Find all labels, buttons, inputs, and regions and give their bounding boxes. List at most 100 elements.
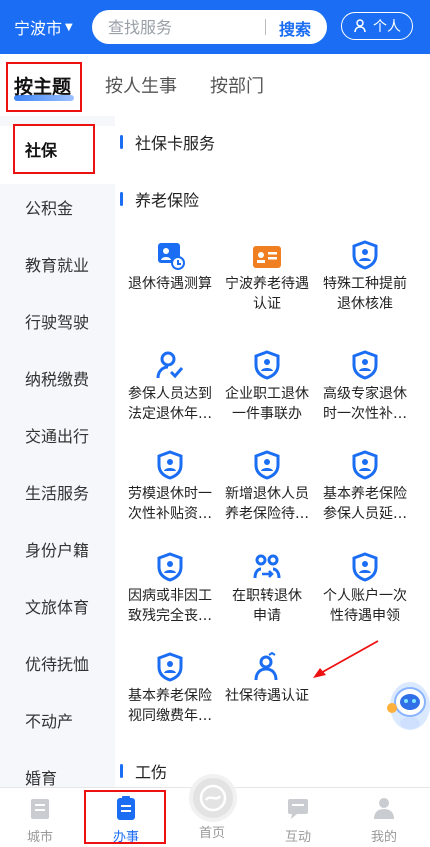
service-item[interactable]: 在职转退休 申请	[217, 548, 317, 626]
shield-person-icon	[352, 552, 378, 582]
nav-item-education-employment[interactable]: 教育就业	[25, 252, 89, 276]
service-label: 性待遇申领	[330, 608, 400, 624]
service-item[interactable]: 宁波养老待遇 认证	[217, 236, 317, 314]
service-item[interactable]: 基本养老保险 参保人员延…	[315, 446, 415, 524]
service-label: 个人账户一次	[323, 588, 407, 604]
service-label: 新增退休人员	[225, 486, 309, 502]
nav-item-culture-sports[interactable]: 文旅体育	[25, 594, 89, 618]
bottom-tab-bar: 城市 办事 首页 互动 我的	[0, 774, 430, 847]
id-card-icon	[253, 246, 281, 268]
service-item[interactable]: 因病或非因工 致残完全丧…	[120, 548, 220, 626]
nav-item-real-estate[interactable]: 不动产	[25, 708, 73, 732]
service-label: 申请	[253, 608, 281, 624]
shield-person-icon	[157, 552, 183, 582]
robot-assistant-icon[interactable]	[380, 678, 430, 732]
section-header: 养老保险	[115, 187, 199, 211]
home-button[interactable]	[189, 774, 237, 822]
service-item[interactable]: 特殊工种提前 退休核准	[315, 236, 415, 314]
service-label: 法定退休年…	[128, 406, 212, 422]
service-item[interactable]: 参保人员达到 法定退休年…	[120, 346, 220, 424]
service-item[interactable]: 企业职工退休 一件事联办	[217, 346, 317, 424]
tab-home[interactable]: 首页	[182, 822, 242, 841]
nav-item-identity-household[interactable]: 身份户籍	[25, 537, 89, 561]
section-header: 工伤	[115, 759, 167, 783]
section-title: 社保卡服务	[135, 134, 216, 153]
service-label: 参保人员达到	[128, 386, 212, 402]
search-bar[interactable]: 搜索	[92, 10, 327, 44]
service-label: 次性补贴资…	[128, 506, 212, 522]
tab-by-department[interactable]: 按部门	[210, 72, 264, 98]
service-label: 养老保险待…	[225, 506, 309, 522]
people-transfer-icon	[253, 554, 281, 579]
nav-item-housing-fund[interactable]: 公积金	[25, 195, 73, 219]
section-bar	[120, 192, 123, 206]
service-label: 高级专家退休	[323, 386, 407, 402]
service-label: 退休核准	[337, 296, 393, 312]
search-button[interactable]: 搜索	[279, 16, 311, 40]
service-label: 社保待遇认证	[225, 688, 309, 704]
city-selector[interactable]: 宁波市 ▼	[14, 15, 92, 39]
person-verify-icon	[254, 652, 278, 681]
shield-person-icon	[352, 350, 378, 380]
service-label: 在职转退休	[232, 588, 302, 604]
user-icon	[374, 798, 394, 819]
tab-by-life-event[interactable]: 按人生事	[105, 72, 177, 98]
nav-item-marriage-birth[interactable]: 婚育	[25, 765, 57, 789]
highlight-box	[84, 790, 166, 844]
nav-item-transport[interactable]: 交通出行	[25, 423, 89, 447]
personal-switch-button[interactable]: 个人	[341, 12, 413, 40]
service-item[interactable]: 社保待遇认证	[217, 648, 317, 706]
service-item[interactable]: 基本养老保险 视同缴费年…	[120, 648, 220, 726]
service-label: 视同缴费年…	[128, 708, 212, 724]
shield-person-icon	[254, 350, 280, 380]
search-input[interactable]	[108, 17, 258, 37]
service-label: 宁波养老待遇	[225, 276, 309, 292]
section-title: 养老保险	[135, 191, 200, 210]
tab-interaction[interactable]: 互动	[268, 794, 328, 845]
nav-item-driving[interactable]: 行驶驾驶	[25, 309, 89, 333]
service-label: 时一次性补…	[323, 406, 407, 422]
service-label: 认证	[253, 296, 281, 312]
section-bar	[120, 135, 123, 149]
left-category-nav: 社保 公积金 教育就业 行驶驾驶 纳税缴费 交通出行 生活服务 身份户籍 文旅体…	[0, 116, 115, 789]
service-item[interactable]: 高级专家退休 时一次性补…	[315, 346, 415, 424]
highlight-box	[13, 124, 95, 174]
calculator-icon	[158, 243, 185, 270]
nav-item-life-services[interactable]: 生活服务	[25, 480, 89, 504]
nav-item-preferential-care[interactable]: 优待抚恤	[25, 651, 89, 675]
tab-label: 城市	[26, 830, 53, 845]
tab-mine[interactable]: 我的	[354, 794, 414, 845]
city-label: 宁波市	[14, 19, 63, 38]
service-item[interactable]: 个人账户一次 性待遇申领	[315, 548, 415, 626]
service-label: 劳模退休时一	[128, 486, 212, 502]
search-divider	[265, 19, 266, 35]
shield-person-icon	[157, 450, 183, 480]
highlight-box	[6, 62, 82, 112]
tab-label: 首页	[198, 826, 225, 841]
shield-person-icon	[352, 450, 378, 480]
tab-label: 我的	[370, 830, 397, 845]
service-item[interactable]: 新增退休人员 养老保险待…	[217, 446, 317, 524]
section-bar	[120, 764, 123, 778]
service-label: 基本养老保险	[128, 688, 212, 704]
section-title: 工伤	[135, 763, 168, 782]
service-item[interactable]: 劳模退休时一 次性补贴资…	[120, 446, 220, 524]
service-label: 一件事联办	[232, 406, 302, 422]
tab-city[interactable]: 城市	[10, 794, 70, 845]
nav-item-tax-payment[interactable]: 纳税缴费	[25, 366, 89, 390]
shield-person-icon	[157, 652, 183, 682]
caret-down-icon: ▼	[65, 21, 73, 33]
service-item[interactable]: 退休待遇测算	[120, 236, 220, 294]
service-label: 致残完全丧…	[128, 608, 212, 624]
service-label: 基本养老保险	[323, 486, 407, 502]
person-icon	[354, 19, 366, 33]
service-label: 参保人员延…	[323, 506, 407, 522]
service-label: 企业职工退休	[225, 386, 309, 402]
section-header: 社保卡服务	[115, 130, 215, 154]
annotation-arrow	[313, 640, 379, 678]
top-header: 宁波市 ▼ 搜索 个人	[0, 0, 430, 54]
chat-icon	[288, 799, 308, 819]
shield-person-icon	[352, 240, 378, 270]
home-logo-icon	[199, 784, 227, 812]
service-label: 退休待遇测算	[128, 276, 212, 292]
